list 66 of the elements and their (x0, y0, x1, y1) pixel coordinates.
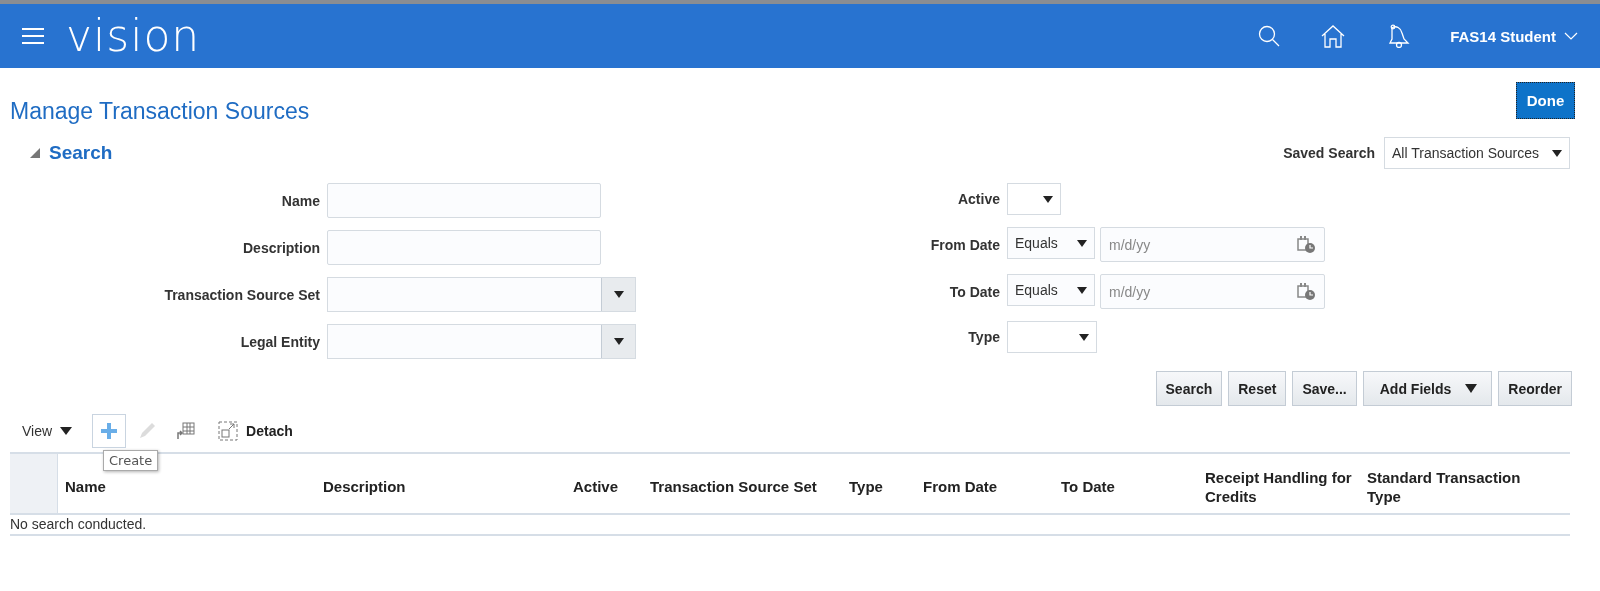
field-label: Name (281, 192, 320, 209)
field-label: Active (957, 191, 1000, 207)
user-menu[interactable]: FAS14 Student (1450, 27, 1578, 45)
combo-field[interactable] (327, 324, 636, 359)
plus-icon (100, 422, 119, 440)
home-icon[interactable] (1320, 24, 1347, 48)
action-button[interactable]: Reorder (1498, 371, 1572, 406)
field-label: Transaction Source Set (164, 286, 320, 303)
collapse-icon[interactable] (30, 148, 40, 158)
caret-icon (1079, 333, 1089, 341)
detach-icon (218, 421, 239, 441)
column-header: Active (572, 477, 620, 496)
field-label: To Date (949, 283, 1000, 300)
field-label: Type (968, 329, 1000, 345)
column-header: Transaction Source Set (649, 477, 818, 496)
chevron-icon (1564, 32, 1578, 40)
column-header: Receipt Handling for Credits (1204, 467, 1353, 506)
caret-icon (1465, 384, 1478, 393)
action-button[interactable]: Reset (1228, 371, 1287, 406)
date-field[interactable]: m/d/yy (1100, 274, 1325, 309)
dropdown-button[interactable] (601, 278, 635, 311)
field-label: From Date (930, 236, 1000, 253)
table-export-icon (175, 422, 195, 440)
field-label: Description (243, 239, 320, 256)
column-header: Name (64, 477, 107, 496)
text-field[interactable] (327, 230, 601, 265)
operator-dropdown[interactable]: Equals (1007, 227, 1095, 259)
column-header: Description (322, 477, 407, 496)
action-button[interactable]: Save... (1292, 371, 1357, 406)
caret-icon (613, 291, 624, 298)
search-icon[interactable] (1258, 25, 1281, 47)
pencil-icon (138, 422, 157, 440)
caret-icon (1077, 239, 1087, 247)
saved-search-dropdown[interactable]: All Transaction Sources (1384, 137, 1570, 169)
menu-icon[interactable] (22, 28, 44, 44)
choice-dropdown[interactable] (1007, 183, 1061, 215)
tooltip: Create (103, 450, 159, 471)
combo-field[interactable] (327, 277, 636, 312)
caret-icon (1043, 195, 1053, 203)
column-header: Standard Transaction Type (1366, 467, 1522, 506)
caret-icon (613, 338, 624, 345)
calendar-icon[interactable] (1297, 282, 1316, 301)
caret-icon (60, 427, 73, 435)
calendar-icon[interactable] (1297, 235, 1316, 254)
field-label: Saved Search (1283, 145, 1375, 161)
column-header: To Date (1060, 477, 1116, 496)
section-title: Search (49, 142, 113, 164)
done-button[interactable]: Done (1516, 82, 1575, 119)
bell-icon[interactable] (1386, 24, 1411, 48)
caret-icon (1077, 286, 1087, 294)
page-title: Manage Transaction Sources (10, 98, 310, 125)
caret-icon (1552, 149, 1562, 157)
column-header: From Date (922, 477, 999, 496)
detach-button[interactable]: Detach (218, 421, 293, 441)
toolbar-button[interactable] (92, 414, 127, 448)
field-label: Legal Entity (240, 333, 320, 350)
view-menu[interactable]: View (22, 423, 73, 439)
dropdown-button[interactable] (601, 325, 635, 358)
app-logo: vision (66, 14, 201, 58)
date-field[interactable]: m/d/yy (1100, 227, 1325, 262)
action-button[interactable]: Search (1155, 371, 1223, 406)
text-field[interactable] (327, 183, 601, 218)
operator-dropdown[interactable]: Equals (1007, 274, 1095, 306)
column-header: Type (848, 477, 884, 496)
empty-message: No search conducted. (10, 515, 148, 534)
menu-button[interactable]: Add Fields (1362, 371, 1493, 406)
